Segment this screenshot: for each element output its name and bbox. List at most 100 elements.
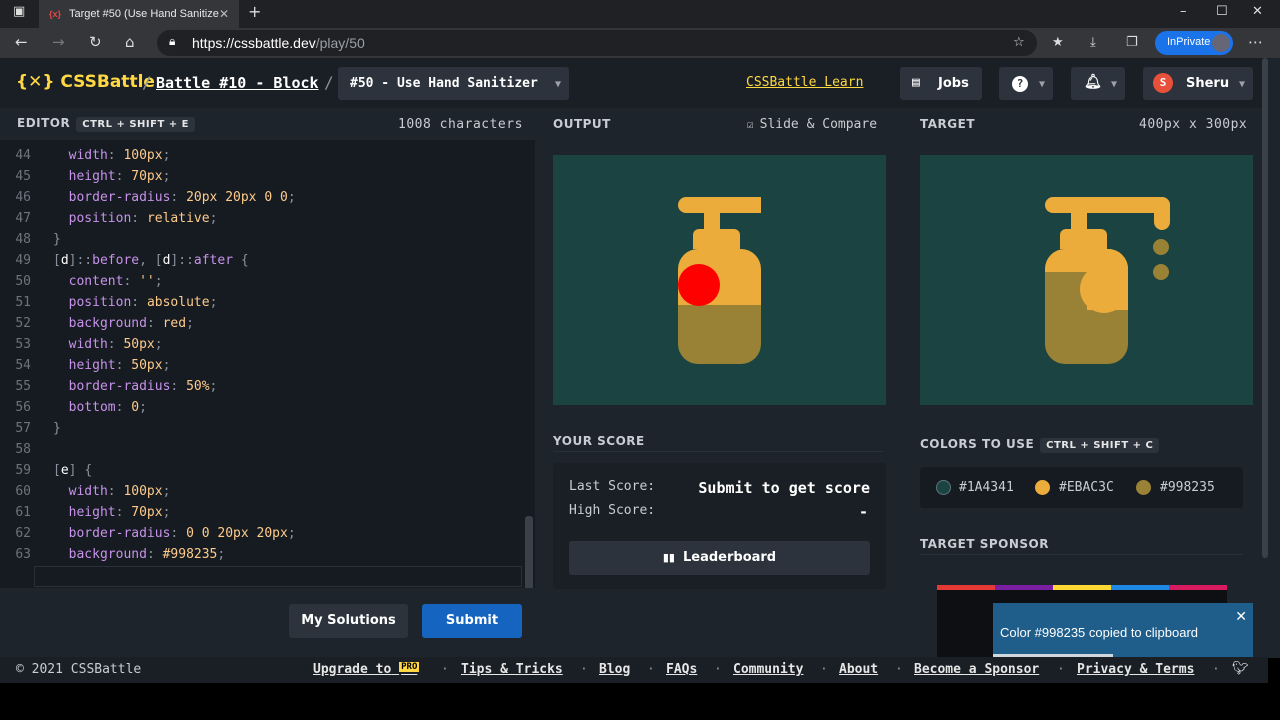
twitter-icon[interactable]: 🐦︎ <box>1232 661 1249 676</box>
code-line[interactable]: 45 height: 70px; <box>0 166 535 187</box>
close-icon[interactable]: ✕ <box>1235 608 1247 625</box>
my-solutions-button[interactable]: My Solutions <box>289 604 408 638</box>
browser-nav-bar: ← → ↻ ⌂ 🔒︎ https://cssbattle.dev/play/50… <box>0 28 1280 58</box>
code-line[interactable]: 55 border-radius: 50%; <box>0 376 535 397</box>
char-count: 1008 characters <box>398 117 523 132</box>
tab-title: Target #50 (Use Hand Sanitizer) <box>69 8 219 20</box>
code-line[interactable]: 46 border-radius: 20px 20px 0 0; <box>0 187 535 208</box>
code-line[interactable]: 61 height: 70px; <box>0 502 535 523</box>
output-preview[interactable] <box>553 155 886 405</box>
code-editor[interactable]: 44 width: 100px; 45 height: 70px; 46 borde… <box>0 140 535 588</box>
output-title: OUTPUT <box>553 117 611 131</box>
window-menu-icon[interactable]: ▣ <box>13 4 25 19</box>
user-name: Sheru <box>1186 76 1230 91</box>
close-window-icon[interactable]: ✕ <box>1252 4 1263 19</box>
submit-button[interactable]: Submit <box>422 604 522 638</box>
help-button[interactable]: ? ▼ <box>999 67 1053 100</box>
close-tab-icon[interactable]: ✕ <box>219 7 229 21</box>
line-code: } <box>53 421 61 436</box>
toast-notification: Color #998235 copied to clipboard ✕ <box>993 603 1253 657</box>
code-line[interactable]: 47 position: relative; <box>0 208 535 229</box>
collections-icon[interactable]: ❐ <box>1126 35 1138 50</box>
separator: · <box>647 662 655 677</box>
blog-link[interactable]: Blog <box>599 662 630 677</box>
tips-link[interactable]: Tips & Tricks <box>461 662 563 677</box>
line-code: border-radius: 50%; <box>68 379 218 394</box>
editor-scrollbar[interactable] <box>525 516 533 588</box>
minimize-icon[interactable]: – <box>1180 4 1187 19</box>
favorites-icon[interactable]: ★ <box>1052 35 1064 50</box>
battle-link[interactable]: Battle #10 - Block <box>156 74 319 92</box>
slide-compare-toggle[interactable]: ☑ Slide & Compare <box>747 117 877 132</box>
logo[interactable]: {✕} CSSBattle <box>16 72 155 92</box>
checkbox-checked-icon: ☑ <box>747 118 754 131</box>
code-line[interactable]: 44 width: 100px; <box>0 145 535 166</box>
chart-icon: ▮▮ <box>662 551 675 564</box>
code-line[interactable]: 52 background: red; <box>0 313 535 334</box>
target-preview[interactable] <box>920 155 1253 405</box>
color-hex[interactable]: #1A4341 <box>959 480 1014 495</box>
page-scrollbar[interactable] <box>1262 58 1268 558</box>
color-swatch[interactable] <box>936 480 951 495</box>
inprivate-badge[interactable]: InPrivate <box>1155 31 1233 55</box>
code-line[interactable]: 48} <box>0 229 535 250</box>
line-code: position: relative; <box>68 211 218 226</box>
editor-header: EDITOR CTRL + SHIFT + E <box>17 116 195 136</box>
line-code: content: ''; <box>68 274 163 289</box>
home-icon[interactable]: ⌂ <box>125 33 135 51</box>
new-tab-icon[interactable]: + <box>248 2 261 21</box>
code-line[interactable]: 51 position: absolute; <box>0 292 535 313</box>
address-bar[interactable]: 🔒︎ https://cssbattle.dev/play/50 <box>157 30 1037 56</box>
jobs-button[interactable]: ▤ Jobs <box>900 67 982 100</box>
color-hex[interactable]: #EBAC3C <box>1059 480 1114 495</box>
faqs-link[interactable]: FAQs <box>666 662 697 677</box>
code-line[interactable]: 57} <box>0 418 535 439</box>
add-favorite-icon[interactable]: ☆ <box>1013 35 1025 50</box>
level-select[interactable]: #50 - Use Hand Sanitizer ▼ <box>338 67 569 100</box>
colors-title: COLORS TO USE <box>920 437 1035 451</box>
line-code: width: 100px; <box>68 484 171 499</box>
separator: · <box>1212 662 1220 677</box>
upgrade-link[interactable]: Upgrade to PRO <box>313 662 420 677</box>
color-swatch[interactable] <box>1035 480 1050 495</box>
line-number: 54 <box>15 358 31 373</box>
forward-icon[interactable]: → <box>52 33 65 51</box>
back-icon[interactable]: ← <box>15 33 28 51</box>
learn-link[interactable]: CSSBattle Learn <box>746 75 863 90</box>
code-line[interactable]: 56 bottom: 0; <box>0 397 535 418</box>
code-line[interactable]: 53 width: 50px; <box>0 334 535 355</box>
user-menu-button[interactable]: S Sheru ▼ <box>1143 67 1253 100</box>
line-code: border-radius: 20px 20px 0 0; <box>68 190 296 205</box>
browser-tab[interactable]: {x} Target #50 (Use Hand Sanitizer) ✕ <box>39 0 239 28</box>
about-link[interactable]: About <box>839 662 878 677</box>
code-line[interactable]: 62 border-radius: 0 0 20px 20px; <box>0 523 535 544</box>
help-icon: ? <box>1012 76 1028 92</box>
leaderboard-label: Leaderboard <box>682 550 777 565</box>
leaderboard-button[interactable]: ▮▮ Leaderboard <box>569 541 870 575</box>
line-code: width: 100px; <box>68 148 171 163</box>
code-line[interactable]: 54 height: 50px; <box>0 355 535 376</box>
divider <box>553 451 883 452</box>
separator: · <box>895 662 903 677</box>
code-line[interactable]: 49 [d]::before, [d]::after { <box>0 250 535 271</box>
lock-icon: 🔒︎ <box>169 34 176 48</box>
code-line[interactable]: 60 width: 100px; <box>0 481 535 502</box>
chevron-down-icon: ▼ <box>1038 79 1045 90</box>
privacy-link[interactable]: Privacy & Terms <box>1077 662 1194 677</box>
maximize-icon[interactable]: ☐ <box>1216 4 1228 19</box>
code-line[interactable]: 58 <box>0 439 535 460</box>
color-hex[interactable]: #998235 <box>1160 480 1215 495</box>
line-code: height: 50px; <box>68 358 171 373</box>
refresh-icon[interactable]: ↻ <box>89 33 102 51</box>
code-line[interactable]: 59 [e] { <box>0 460 535 481</box>
sponsor-link[interactable]: Become a Sponsor <box>914 662 1039 677</box>
notifications-button[interactable]: 🔔︎ ▼ <box>1071 67 1125 100</box>
pro-badge: PRO <box>399 662 420 672</box>
code-line[interactable]: 63 background: #998235; <box>0 544 535 565</box>
line-number: 48 <box>15 232 31 247</box>
code-line[interactable]: 50 content: ''; <box>0 271 535 292</box>
community-link[interactable]: Community <box>733 662 803 677</box>
downloads-icon[interactable]: ⤓ <box>1090 35 1096 50</box>
color-swatch[interactable] <box>1136 480 1151 495</box>
more-icon[interactable]: ⋯ <box>1248 33 1263 51</box>
